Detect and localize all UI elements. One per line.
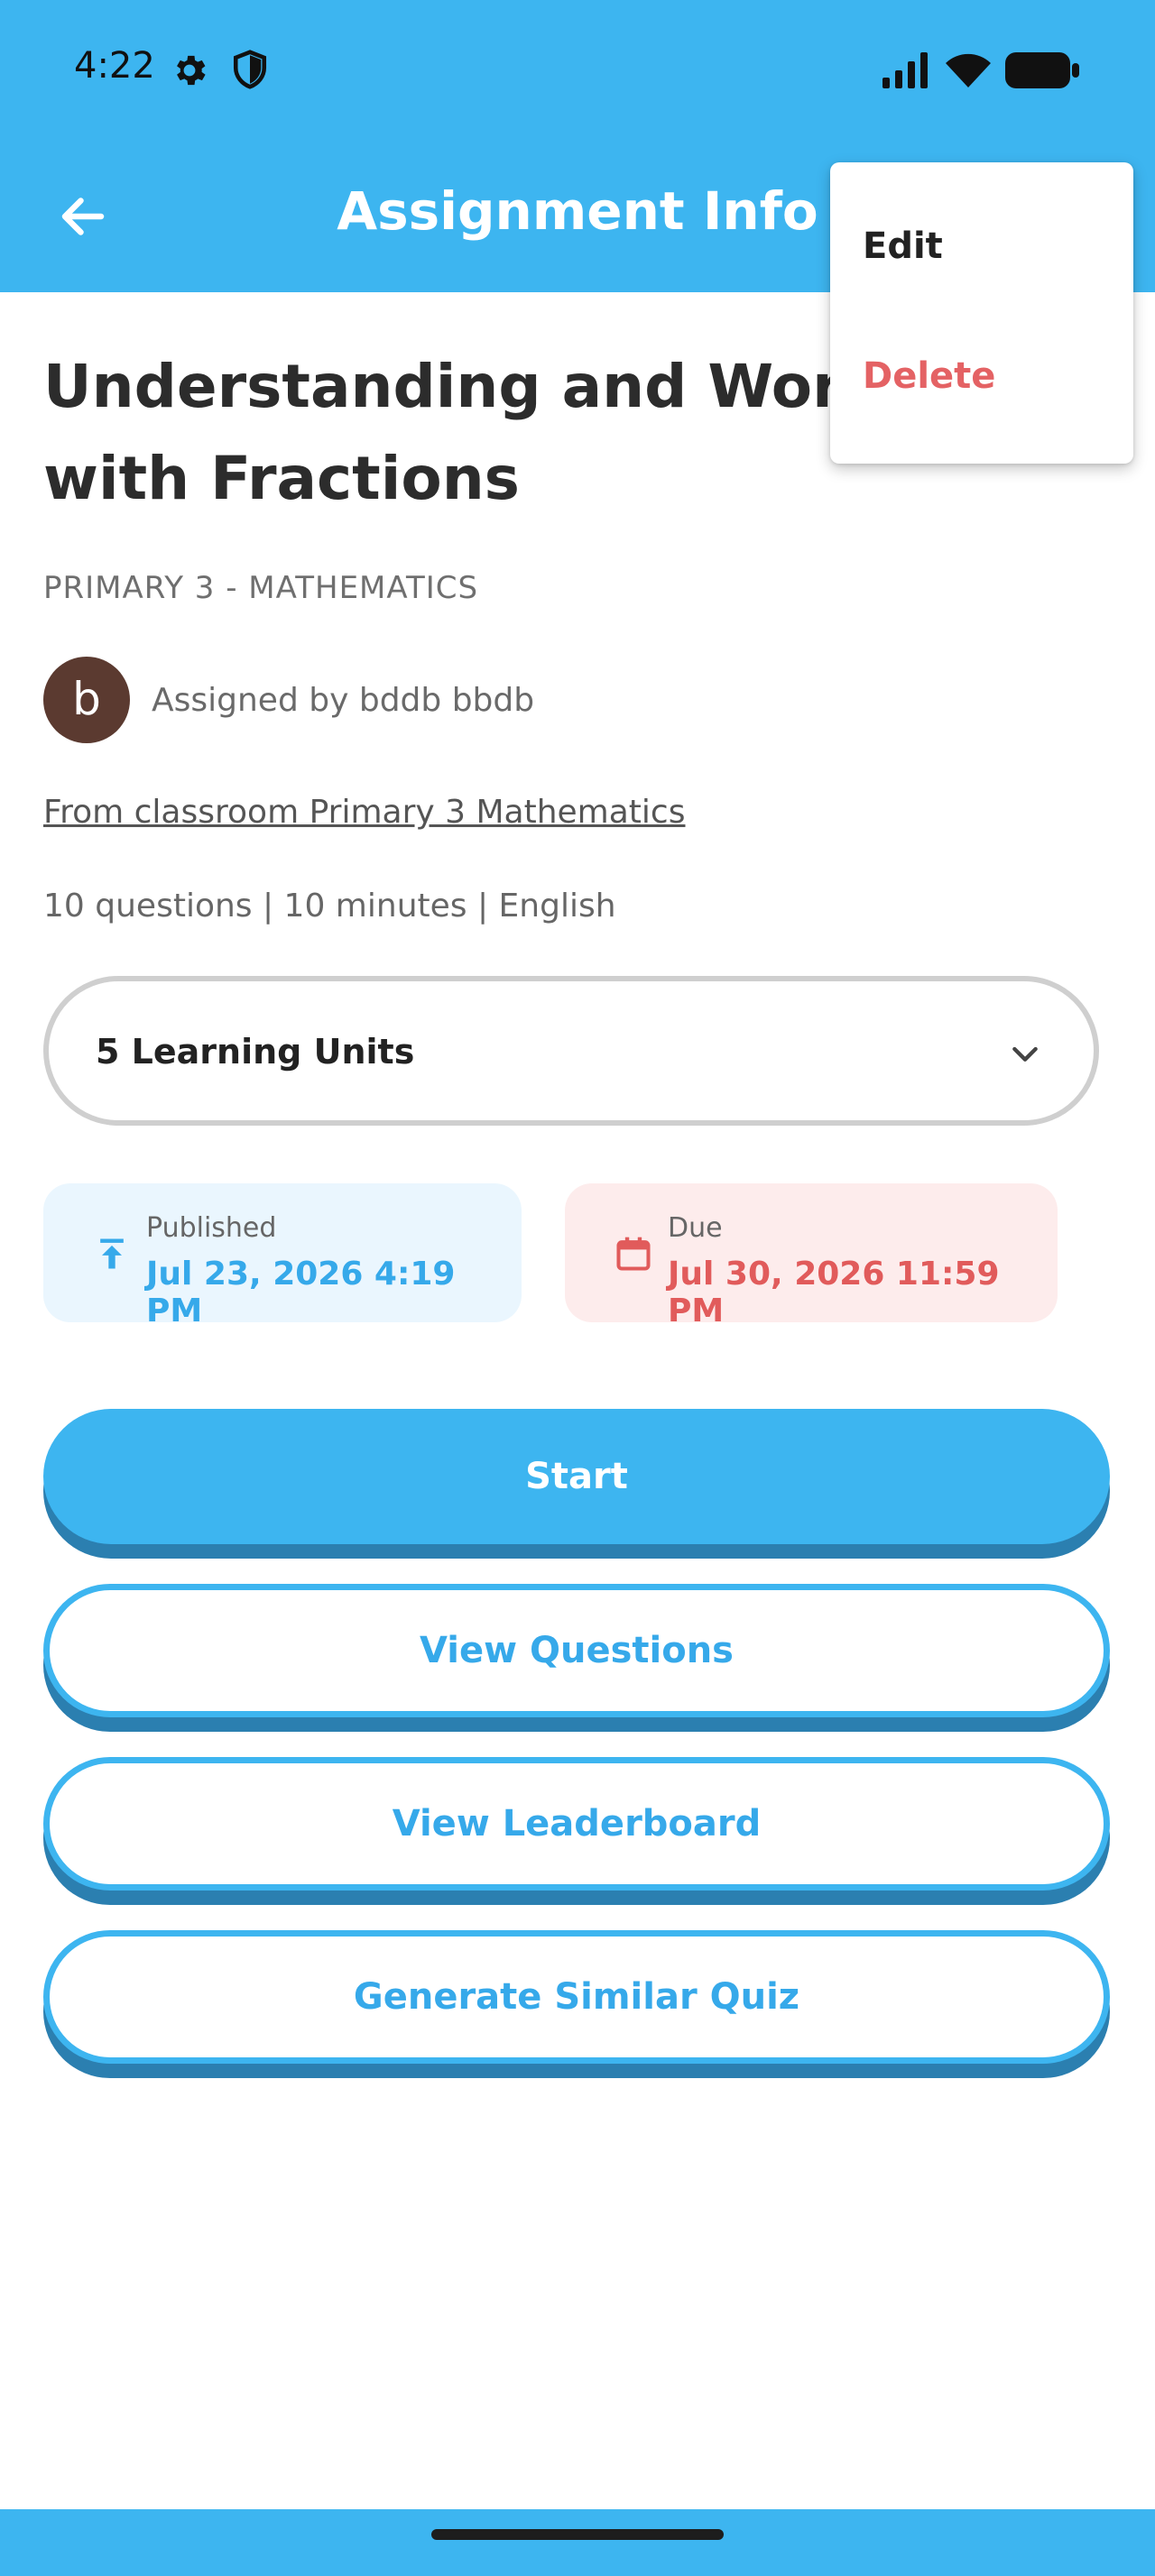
subject-label: PRIMARY 3 - MATHEMATICS (43, 570, 479, 606)
wifi-icon (946, 53, 991, 87)
classroom-link[interactable]: From classroom Primary 3 Mathematics (43, 794, 685, 831)
learning-units-label: 5 Learning Units (96, 1032, 415, 1072)
settings-gear-icon (177, 55, 206, 86)
avatar: b (43, 657, 130, 743)
due-label: Due (668, 1212, 723, 1244)
due-date: Jul 30, 2026 11:59 PM (668, 1256, 1000, 1329)
generate-similar-quiz-button[interactable]: Generate Similar Quiz (43, 1930, 1110, 2064)
view-questions-button[interactable]: View Questions (43, 1584, 1110, 1717)
upload-icon (100, 1238, 124, 1269)
battery-icon (1005, 52, 1079, 88)
chevron-down-icon (1012, 1046, 1038, 1062)
view-leaderboard-button[interactable]: View Leaderboard (43, 1757, 1110, 1891)
assigned-by-text: Assigned by bddb bbdb (152, 682, 535, 719)
calendar-icon (616, 1237, 651, 1271)
menu-item-edit[interactable]: Edit (863, 225, 943, 267)
overflow-menu: Edit Delete (830, 162, 1133, 464)
start-button[interactable]: Start (43, 1409, 1110, 1544)
status-time: 4:22 (74, 45, 155, 87)
learning-units-dropdown[interactable]: 5 Learning Units (43, 976, 1099, 1126)
published-label: Published (146, 1212, 277, 1244)
navigation-bar (0, 2509, 1155, 2576)
published-chip: Published Jul 23, 2026 4:19 PM (43, 1183, 522, 1329)
assignment-meta: 10 questions | 10 minutes | English (43, 888, 616, 925)
cell-signal-icon (882, 52, 928, 88)
menu-item-delete[interactable]: Delete (863, 355, 995, 397)
shield-icon (233, 50, 267, 89)
published-date: Jul 23, 2026 4:19 PM (146, 1256, 456, 1329)
due-chip: Due Jul 30, 2026 11:59 PM (565, 1183, 1058, 1329)
home-indicator[interactable] (431, 2529, 724, 2540)
